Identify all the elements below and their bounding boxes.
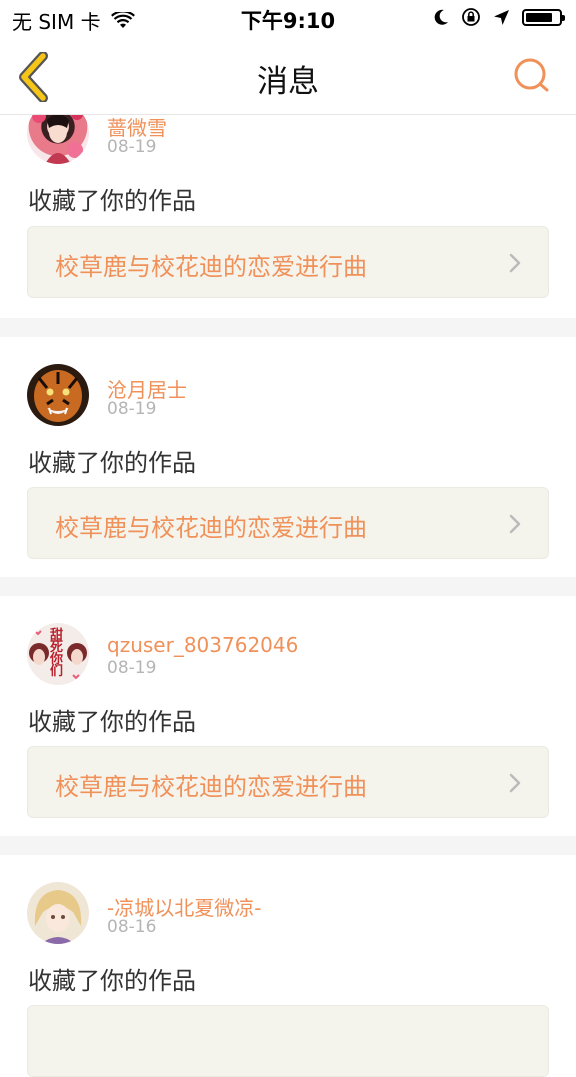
avatar[interactable]: 甜死你们: [27, 623, 89, 685]
message-date: 08-19: [107, 399, 157, 419]
card-divider: [0, 836, 576, 855]
action-text: 收藏了你的作品: [28, 708, 196, 736]
avatar-caption: 甜死你们: [50, 628, 64, 679]
username[interactable]: qzuser_803762046: [107, 633, 298, 657]
work-title: 校草鹿与校花迪的恋爱进行曲: [55, 514, 367, 542]
rotation-lock-icon: [462, 8, 480, 26]
chevron-right-icon: [509, 514, 521, 534]
message-card: -凉城以北夏微凉- 08-16 收藏了你的作品: [0, 855, 576, 1077]
card-divider: [0, 577, 576, 596]
status-right: [433, 7, 565, 27]
action-text: 收藏了你的作品: [28, 449, 196, 477]
action-text: 收藏了你的作品: [28, 967, 196, 995]
message-card: 沧月居士 08-19 收藏了你的作品 校草鹿与校花迪的恋爱进行曲: [0, 337, 576, 577]
work-title: 校草鹿与校花迪的恋爱进行曲: [55, 253, 367, 281]
work-link[interactable]: 校草鹿与校花迪的恋爱进行曲: [27, 746, 549, 818]
message-feed: 蔷微雪 08-19 收藏了你的作品 校草鹿与校花迪的恋爱进行曲 沧月居士 08-…: [0, 102, 576, 1077]
message-date: 08-16: [107, 917, 157, 937]
message-card: 甜死你们 qzuser_803762046 08-19 收藏了你的作品 校草鹿与…: [0, 596, 576, 836]
work-title: 校草鹿与校花迪的恋爱进行曲: [55, 773, 367, 801]
status-bar: 无 SIM 卡 下午9:10: [0, 0, 576, 38]
search-icon: [514, 58, 549, 92]
chevron-right-icon: [509, 253, 521, 273]
moon-icon: [434, 9, 448, 25]
work-link[interactable]: 校草鹿与校花迪的恋爱进行曲: [27, 487, 549, 559]
avatar[interactable]: [27, 882, 89, 944]
location-icon: [494, 9, 509, 25]
work-link[interactable]: [27, 1005, 549, 1077]
card-divider: [0, 318, 576, 337]
search-button[interactable]: [512, 56, 552, 96]
nav-bar: 消息: [0, 38, 576, 115]
action-text: 收藏了你的作品: [28, 187, 196, 215]
work-link[interactable]: 校草鹿与校花迪的恋爱进行曲: [27, 226, 549, 298]
message-card: 蔷微雪 08-19 收藏了你的作品 校草鹿与校花迪的恋爱进行曲: [0, 102, 576, 318]
page-title: 消息: [257, 64, 319, 100]
avatar[interactable]: [27, 364, 89, 426]
chevron-right-icon: [509, 773, 521, 793]
battery-icon: [522, 8, 565, 26]
message-date: 08-19: [107, 658, 157, 678]
message-date: 08-19: [107, 137, 157, 157]
